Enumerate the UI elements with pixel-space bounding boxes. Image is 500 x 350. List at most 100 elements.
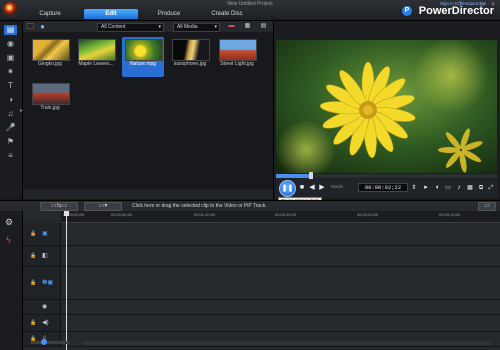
lock-icon[interactable]: 🔓 <box>30 253 36 259</box>
timecode-display[interactable]: 00:00:02;22 <box>358 183 408 192</box>
chapter-icon[interactable]: ⚑ <box>4 137 17 147</box>
media-filter-value: All Media <box>177 24 198 30</box>
ruler-tick: 00;00;50;00 <box>111 212 133 217</box>
audio-track[interactable]: 🔓 ◧ <box>23 246 500 267</box>
fx-room-icon[interactable]: ◉ <box>4 39 17 49</box>
voiceover-icon[interactable]: 🎤 <box>4 123 17 133</box>
track-header: ◉ <box>23 300 61 314</box>
ruler-tick: 00;04;10;00 <box>439 212 461 217</box>
pip-room-icon[interactable]: ▣ <box>4 53 17 63</box>
particle-room-icon[interactable]: ✷ <box>4 67 17 77</box>
download-content-icon[interactable]: ● <box>38 22 47 31</box>
video-preview <box>276 40 497 173</box>
fullscreen-icon[interactable]: ⤢ <box>487 184 495 192</box>
library-view-icon[interactable]: ▦ <box>243 22 252 31</box>
media-item-label: Gingko.jpg <box>38 61 62 67</box>
preview-mode-label: Movie <box>331 184 344 189</box>
audio-icon[interactable]: ♪ <box>455 184 463 192</box>
media-item-gingko[interactable]: Gingko.jpg <box>29 37 71 77</box>
transition-room-icon[interactable]: ◑ <box>4 95 17 105</box>
preview-frame-image <box>276 40 497 173</box>
media-item-label: saxophone.jpg <box>173 61 207 67</box>
preview-quality-icon[interactable]: ▦ <box>466 184 474 192</box>
effect-track-icon[interactable]: ◉ <box>42 303 47 310</box>
timeline-zoom-slider[interactable] <box>30 341 70 344</box>
library-footer <box>23 189 273 199</box>
volume-icon[interactable]: ◖ <box>433 184 441 192</box>
tab-edit[interactable]: Edit <box>84 9 138 19</box>
library-menu-icon[interactable]: ▤ <box>259 22 268 31</box>
next-frame-button[interactable]: ▶ <box>318 184 326 192</box>
window-title: New Untitled Project <box>227 1 273 7</box>
media-item-train[interactable]: Train.jpg <box>29 81 71 121</box>
title-bar: New Untitled Project ? – □ × Capture Edi… <box>0 0 500 21</box>
media-thumbnail <box>78 39 116 61</box>
timeline-playhead[interactable] <box>66 211 67 350</box>
media-room-icon[interactable]: ▤ <box>4 25 17 35</box>
pip-track[interactable]: 🔓 ❷▣ <box>23 267 500 300</box>
media-item-nature[interactable]: Nature.mpg <box>122 37 164 77</box>
timeline-options-button[interactable]: ▭ <box>478 202 496 211</box>
media-item-street-light[interactable]: Street Light.jpg <box>216 37 258 77</box>
preview-scrubber[interactable] <box>276 172 497 180</box>
media-item-maple-leaves[interactable]: Maple Leaves... <box>75 37 117 77</box>
media-item-label: Nature.mpg <box>129 61 157 67</box>
subtitle-icon[interactable]: ≡ <box>4 151 17 161</box>
effect-track[interactable]: ◉ <box>23 300 500 315</box>
room-sidebar: ▤ ◉ ▣ ✷ T ◑ ♫ 🎤 ⚑ ≡ ▸ <box>0 21 23 199</box>
content-filter-value: All Content <box>101 24 126 30</box>
powerdirector-logo-icon: P <box>402 6 412 16</box>
timecode-spin-icon[interactable]: ⇕ <box>410 184 418 192</box>
timeline-view-button[interactable]: ▭⇆▭ <box>40 202 78 211</box>
storyboard-view-button[interactable]: ▭▾ <box>84 202 122 211</box>
video-track[interactable]: 🔓 ▣ <box>23 223 500 246</box>
title-room-icon[interactable]: T <box>4 81 17 91</box>
lock-icon[interactable]: 🔓 <box>30 320 36 326</box>
previous-frame-button[interactable]: ◀ <box>308 184 316 192</box>
video-track-icon[interactable]: ▣ <box>42 230 48 237</box>
app-logo-icon[interactable] <box>3 2 19 18</box>
tab-produce[interactable]: Produce <box>142 9 196 19</box>
library-toolbar: 🗀 ● All Content ▾ All Media ▾ ▬ ▦ ▤ <box>23 21 273 32</box>
media-thumbnail <box>172 39 210 61</box>
ruler-tick: 00;02;30;00 <box>275 212 297 217</box>
content-filter-dropdown[interactable]: All Content ▾ <box>97 23 164 32</box>
time-ruler[interactable]: 00;00;00;00 00;00;50;00 00;01;40;00 00;0… <box>61 211 500 223</box>
media-item-label: Street Light.jpg <box>220 61 254 67</box>
magic-tools-icon[interactable]: ϟ <box>6 235 11 245</box>
color-board-icon[interactable]: ▬ <box>227 22 236 31</box>
playhead-handle[interactable] <box>64 211 69 216</box>
audio-mixing-icon[interactable]: ♫ <box>4 109 17 119</box>
tab-create-disc[interactable]: Create Disc <box>198 9 256 19</box>
chevron-down-icon: ▾ <box>214 24 217 30</box>
media-thumbnail <box>125 39 163 61</box>
lock-icon[interactable]: 🔓 <box>30 231 36 237</box>
snapshot-icon[interactable]: ▭ <box>444 184 452 192</box>
import-folder-icon[interactable]: 🗀 <box>26 22 35 31</box>
audio-track-icon[interactable]: ◧ <box>42 252 48 259</box>
voice-track[interactable]: 🔓 ◀) <box>23 315 500 332</box>
pause-button[interactable]: ❚❚ <box>279 180 296 197</box>
media-filter-dropdown[interactable]: All Media ▾ <box>173 23 220 32</box>
media-item-saxophone[interactable]: saxophone.jpg <box>169 37 211 77</box>
voice-track-icon[interactable]: ◀) <box>42 319 49 326</box>
media-thumbnail <box>32 39 70 61</box>
track-header: 🔓 ▣ <box>23 223 61 245</box>
fast-forward-button[interactable]: ▸ <box>422 184 430 192</box>
brand-name: PowerDirector <box>418 5 494 17</box>
stop-button[interactable]: ■ <box>298 184 306 192</box>
track-manager-icon[interactable]: ⚙ <box>5 217 13 228</box>
zoom-slider-handle[interactable] <box>41 339 47 345</box>
track-header: 🔓 ◀) <box>23 315 61 331</box>
tab-capture[interactable]: Capture <box>24 9 76 19</box>
preview-window: ❚❚ ■ ◀ ▶ Movie 00:00:02;22 ⇕ ▸ ◖ ▭ ♪ ▦ ⧉… <box>274 21 500 199</box>
pip-track-icon[interactable]: ❷▣ <box>42 279 53 286</box>
timeline-hint: Click here or drag the selected clip to … <box>132 203 267 209</box>
lock-icon[interactable]: 🔓 <box>30 280 36 286</box>
ruler-tick: 00;03;20;00 <box>357 212 379 217</box>
undock-preview-icon[interactable]: ⧉ <box>477 184 485 192</box>
media-library: 🗀 ● All Content ▾ All Media ▾ ▬ ▦ ▤ Gingko… <box>23 21 274 199</box>
timeline-scrollbar[interactable] <box>82 341 492 345</box>
media-item-label: Maple Leaves... <box>78 61 114 67</box>
chevron-down-icon: ▾ <box>158 24 161 30</box>
